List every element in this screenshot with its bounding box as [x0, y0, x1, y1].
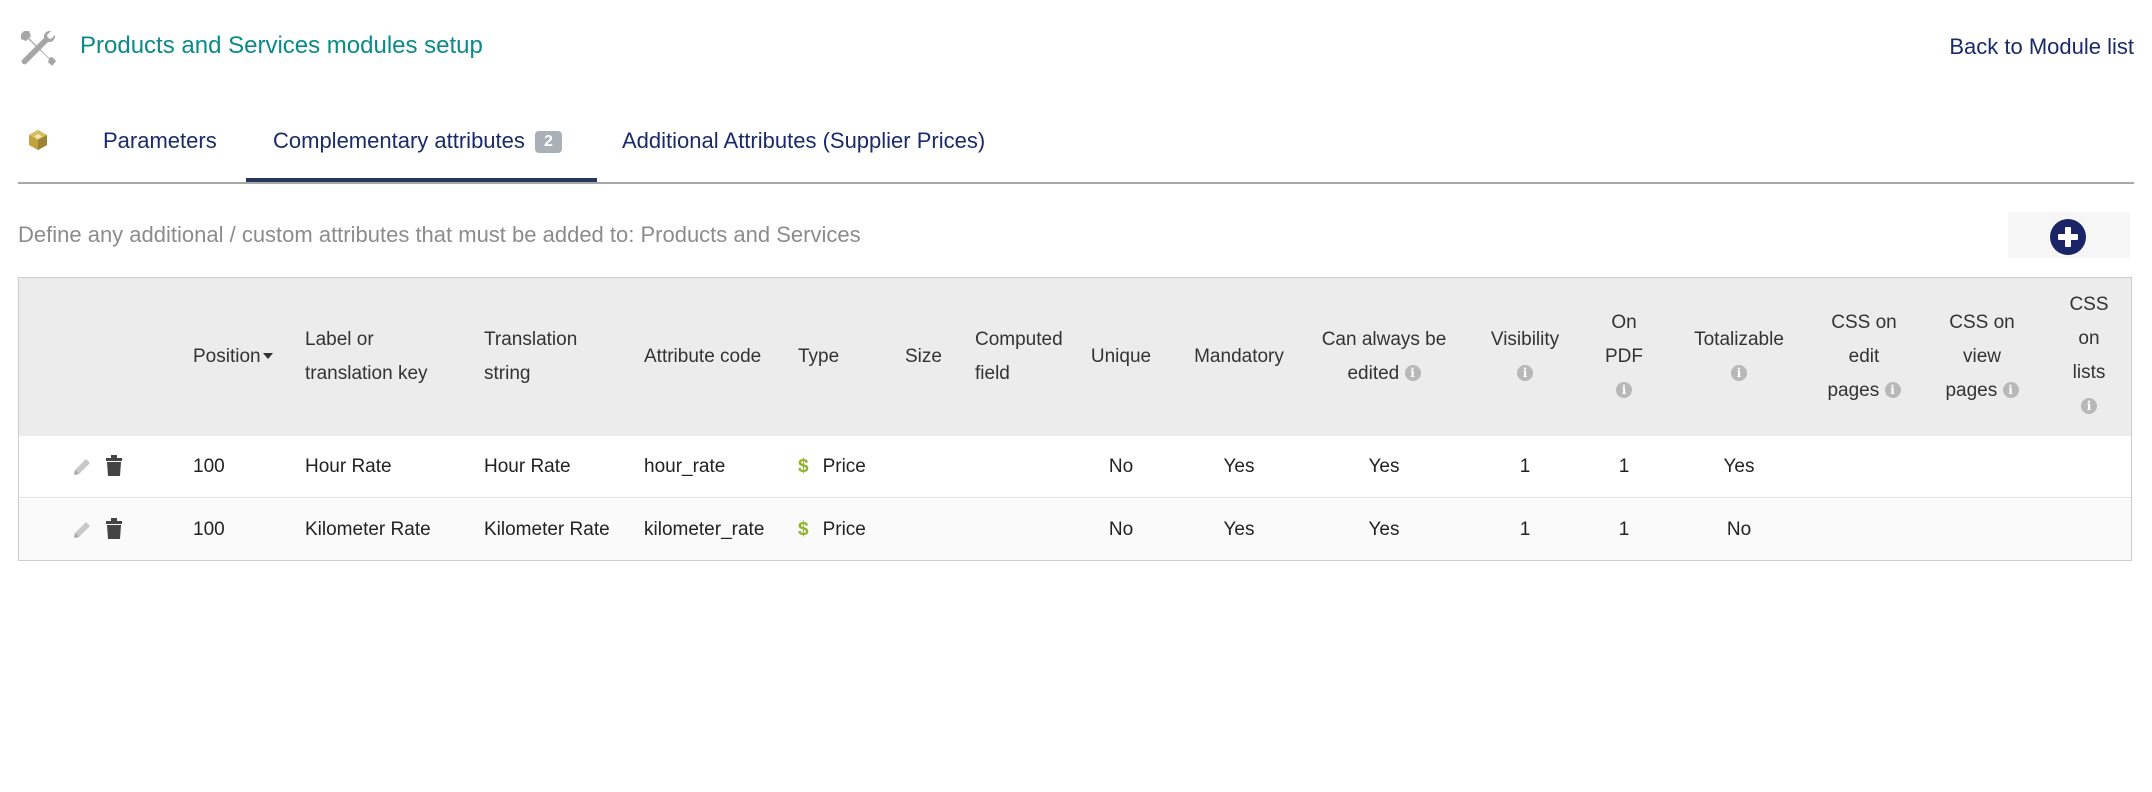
column-header-label[interactable]: Label or translation key [305, 323, 428, 391]
section-description: Define any additional / custom attribute… [18, 222, 861, 247]
column-header-css-on-edit-pages[interactable]: CSS on edit pages i [1819, 306, 1909, 408]
page-title: Products and Services modules setup [80, 32, 483, 59]
cell-unique: No [1108, 456, 1134, 477]
page-header: Products and Services modules setup Back… [18, 26, 2134, 66]
column-header-can-always-be-edited[interactable]: Can always be edited i [1309, 323, 1459, 391]
header-label: Visibility [1490, 329, 1560, 350]
trash-icon[interactable] [105, 518, 123, 540]
tab-bar: Parameters Complementary attributes 2 Ad… [18, 118, 2134, 184]
plus-circle-icon[interactable] [2050, 219, 2086, 255]
header-label: CSS on [1949, 312, 2015, 333]
header-label: edit [1848, 346, 1880, 367]
type-label: Price [822, 519, 866, 540]
dollar-icon: $ [798, 519, 809, 540]
cell-on-pdf: 1 [1618, 519, 1630, 540]
active-tab-indicator [246, 178, 597, 182]
trash-icon[interactable] [105, 455, 123, 477]
pencil-icon[interactable] [71, 519, 93, 541]
column-header-css-on-view-pages[interactable]: CSS on view pages i [1937, 306, 2027, 408]
column-header-position[interactable]: Position [193, 340, 273, 374]
tab-complementary-attributes[interactable]: Complementary attributes 2 [273, 128, 562, 154]
cell-type: $ Price [798, 436, 866, 498]
column-header-computed-field[interactable]: Computed field [975, 323, 1063, 391]
header-label: CSS [2069, 294, 2109, 315]
type-label: Price [822, 456, 866, 477]
header-label: translation key [305, 363, 428, 384]
cell-mandatory: Yes [1223, 456, 1255, 477]
table-header: Position Label or translation key Transl… [19, 278, 2131, 436]
header-label: Position [193, 346, 261, 367]
header-label: CSS on [1831, 312, 1897, 333]
tab-additional-attributes-supplier-prices[interactable]: Additional Attributes (Supplier Prices) [622, 128, 985, 154]
cell-translation: Kilometer Rate [484, 519, 610, 540]
cell-totalizable: No [1726, 519, 1752, 540]
info-icon[interactable]: i [1616, 382, 1632, 398]
cell-on-pdf: 1 [1618, 456, 1630, 477]
cell-can-always-be-edited: Yes [1368, 519, 1400, 540]
tools-icon [21, 30, 56, 66]
info-icon[interactable]: i [1731, 365, 1747, 381]
cell-label: Hour Rate [305, 456, 392, 477]
cell-visibility: 1 [1519, 456, 1531, 477]
column-header-visibility[interactable]: Visibility i [1475, 323, 1575, 391]
column-header-mandatory[interactable]: Mandatory [1179, 340, 1299, 374]
header-label: field [975, 363, 1010, 384]
header-label: on [2078, 328, 2100, 349]
column-header-size[interactable]: Size [905, 340, 942, 374]
cell-attribute-code: kilometer_rate [644, 519, 765, 540]
sort-down-icon [262, 353, 273, 359]
dollar-icon: $ [798, 456, 809, 477]
info-icon[interactable]: i [2081, 398, 2097, 414]
header-label: Totalizable [1694, 329, 1784, 350]
header-label: pages [1827, 380, 1880, 401]
cell-can-always-be-edited: Yes [1368, 456, 1400, 477]
cell-label: Kilometer Rate [305, 519, 431, 540]
attributes-table: Position Label or translation key Transl… [18, 277, 2132, 561]
cell-totalizable: Yes [1723, 456, 1755, 477]
column-header-translation[interactable]: Translation string [484, 323, 577, 391]
cell-visibility: 1 [1519, 519, 1531, 540]
tab-label: Complementary attributes [273, 128, 525, 153]
header-label: pages [1945, 380, 1998, 401]
header-label: Can always be [1321, 329, 1447, 350]
column-header-totalizable[interactable]: Totalizable i [1684, 323, 1794, 391]
cell-position: 100 [193, 519, 225, 540]
header-label: edited [1347, 363, 1400, 384]
cell-position: 100 [193, 456, 225, 477]
header-label: PDF [1605, 346, 1643, 367]
cell-translation: Hour Rate [484, 456, 571, 477]
tab-parameters[interactable]: Parameters [103, 128, 217, 154]
info-icon[interactable]: i [1404, 365, 1421, 381]
cell-mandatory: Yes [1223, 519, 1255, 540]
count-badge: 2 [535, 131, 562, 153]
column-header-type[interactable]: Type [798, 340, 839, 374]
cell-unique: No [1108, 519, 1134, 540]
header-label: Translation [484, 329, 578, 350]
table-row: 100 Kilometer Rate Kilometer Rate kilome… [19, 499, 2131, 560]
info-icon[interactable]: i [1517, 365, 1533, 381]
column-header-on-pdf[interactable]: On PDF i [1594, 306, 1654, 408]
add-attribute-area [2008, 212, 2130, 258]
header-label: On [1611, 312, 1637, 333]
header-label: string [484, 363, 531, 384]
header-label: Computed [975, 329, 1063, 350]
back-to-module-list-link[interactable]: Back to Module list [1949, 34, 2134, 60]
column-header-unique[interactable]: Unique [1081, 340, 1161, 374]
cell-attribute-code: hour_rate [644, 456, 726, 477]
table-row: 100 Hour Rate Hour Rate hour_rate $ Price… [19, 436, 2131, 498]
column-header-attribute-code[interactable]: Attribute code [644, 340, 761, 374]
cell-type: $ Price [798, 499, 866, 560]
info-icon[interactable]: i [2002, 382, 2019, 398]
column-header-css-on-lists[interactable]: CSS on lists i [2059, 288, 2119, 424]
header-label: lists [2072, 362, 2106, 383]
info-icon[interactable]: i [1884, 382, 1901, 398]
header-label: view [1962, 346, 2001, 367]
cube-icon [29, 130, 47, 150]
header-label: Label or [305, 329, 374, 350]
pencil-icon[interactable] [71, 456, 93, 478]
